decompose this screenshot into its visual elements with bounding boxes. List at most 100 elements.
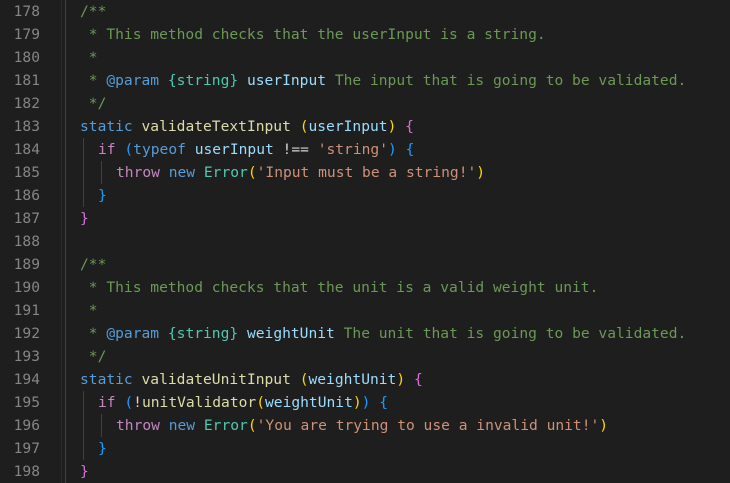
code-token: static xyxy=(80,118,133,135)
line-number[interactable]: 190 xyxy=(0,276,40,299)
line-number[interactable]: 191 xyxy=(0,299,40,322)
code-token: } xyxy=(80,463,89,480)
code-line[interactable]: /** xyxy=(62,0,730,23)
code-token: unitValidator xyxy=(141,394,257,411)
code-token: ) xyxy=(352,394,362,411)
code-token: typeof xyxy=(133,141,186,158)
code-token: { xyxy=(405,118,414,135)
line-number[interactable]: 188 xyxy=(0,230,40,253)
code-token: static xyxy=(80,371,133,388)
code-token: {string} xyxy=(167,72,239,89)
code-line[interactable]: static validateUnitInput (weightUnit) { xyxy=(62,368,730,391)
code-line[interactable]: if (!unitValidator(weightUnit)) { xyxy=(62,391,730,414)
code-area[interactable]: /** * This method checks that the userIn… xyxy=(62,0,730,483)
line-number[interactable]: 193 xyxy=(0,345,40,368)
code-token: throw xyxy=(116,164,160,181)
code-token: * xyxy=(80,72,107,89)
code-token: ( xyxy=(247,417,257,434)
line-number[interactable]: 182 xyxy=(0,92,40,115)
code-token: ) xyxy=(396,371,406,388)
code-line[interactable]: throw new Error('You are trying to use a… xyxy=(62,414,730,437)
code-token: validateUnitInput xyxy=(141,371,291,388)
line-number[interactable]: 189 xyxy=(0,253,40,276)
code-token: ( xyxy=(256,394,265,411)
code-token: * xyxy=(80,49,98,66)
line-number[interactable]: 197 xyxy=(0,437,40,460)
code-line[interactable]: } xyxy=(62,460,730,483)
code-token: throw xyxy=(116,417,160,434)
code-token: { xyxy=(413,371,423,388)
indent-guide xyxy=(83,138,84,207)
line-number[interactable]: 195 xyxy=(0,391,40,414)
code-line[interactable]: * xyxy=(62,299,730,322)
code-token: validateTextInput xyxy=(141,118,291,135)
code-line[interactable]: * xyxy=(62,46,730,69)
code-line[interactable]: * This method checks that the userInput … xyxy=(62,23,730,46)
code-line[interactable]: * @param {string} weightUnit The unit th… xyxy=(62,322,730,345)
code-token: ( xyxy=(124,394,134,411)
line-number-gutter: 178 179 180 181 182 183 184 185 186 187 188 189 190 1… xyxy=(0,0,58,483)
code-token: !== xyxy=(273,141,318,158)
code-token: The input that is going to be validated. xyxy=(326,72,687,89)
line-number[interactable]: 198 xyxy=(0,460,40,483)
code-line[interactable]: } xyxy=(62,437,730,460)
line-number[interactable]: 186 xyxy=(0,184,40,207)
code-line[interactable]: */ xyxy=(62,345,730,368)
code-line[interactable]: } xyxy=(62,207,730,230)
code-line[interactable]: if (typeof userInput !== 'string') { xyxy=(62,138,730,161)
line-number[interactable]: 185 xyxy=(0,161,40,184)
indent-guide xyxy=(65,0,66,483)
code-line[interactable]: /** xyxy=(62,253,730,276)
code-token: } xyxy=(98,187,107,204)
code-token: { xyxy=(405,141,415,158)
code-token: * xyxy=(80,325,107,342)
line-number[interactable]: 184 xyxy=(0,138,40,161)
code-token: weightUnit xyxy=(265,394,353,411)
code-token: {string} xyxy=(167,325,239,342)
line-number[interactable]: 194 xyxy=(0,368,40,391)
code-token: 'Input must be a string!' xyxy=(256,164,477,181)
line-number[interactable]: 196 xyxy=(0,414,40,437)
line-number[interactable]: 179 xyxy=(0,23,40,46)
code-editor[interactable]: 178 179 180 181 182 183 184 185 186 187 188 189 190 1… xyxy=(0,0,730,483)
code-token: userInput xyxy=(308,118,388,135)
code-line[interactable]: * @param {string} userInput The input th… xyxy=(62,69,730,92)
code-token: * xyxy=(80,302,98,319)
code-token: userInput xyxy=(246,72,327,89)
code-token: @param xyxy=(106,72,160,89)
code-token: The unit that is going to be validated. xyxy=(334,325,687,342)
line-number[interactable]: 187 xyxy=(0,207,40,230)
code-line[interactable]: throw new Error('Input must be a string!… xyxy=(62,161,730,184)
indent-guide xyxy=(83,391,84,460)
line-number[interactable]: 180 xyxy=(0,46,40,69)
code-line[interactable]: * This method checks that the unit is a … xyxy=(62,276,730,299)
code-token: ! xyxy=(133,394,142,411)
line-number[interactable]: 192 xyxy=(0,322,40,345)
code-line[interactable]: static validateTextInput (userInput) { xyxy=(62,115,730,138)
code-line[interactable]: } xyxy=(62,184,730,207)
line-number[interactable]: 178 xyxy=(0,0,40,23)
code-line[interactable] xyxy=(62,230,730,253)
line-number[interactable]: 181 xyxy=(0,69,40,92)
code-line[interactable]: */ xyxy=(62,92,730,115)
code-token: ) xyxy=(388,141,397,158)
code-token: */ xyxy=(80,348,107,365)
code-token: */ xyxy=(80,95,107,112)
code-token: /** xyxy=(80,256,107,273)
code-token: ( xyxy=(247,164,257,181)
code-token: weightUnit xyxy=(246,325,335,342)
line-number[interactable]: 183 xyxy=(0,115,40,138)
code-token: Error xyxy=(203,417,248,434)
